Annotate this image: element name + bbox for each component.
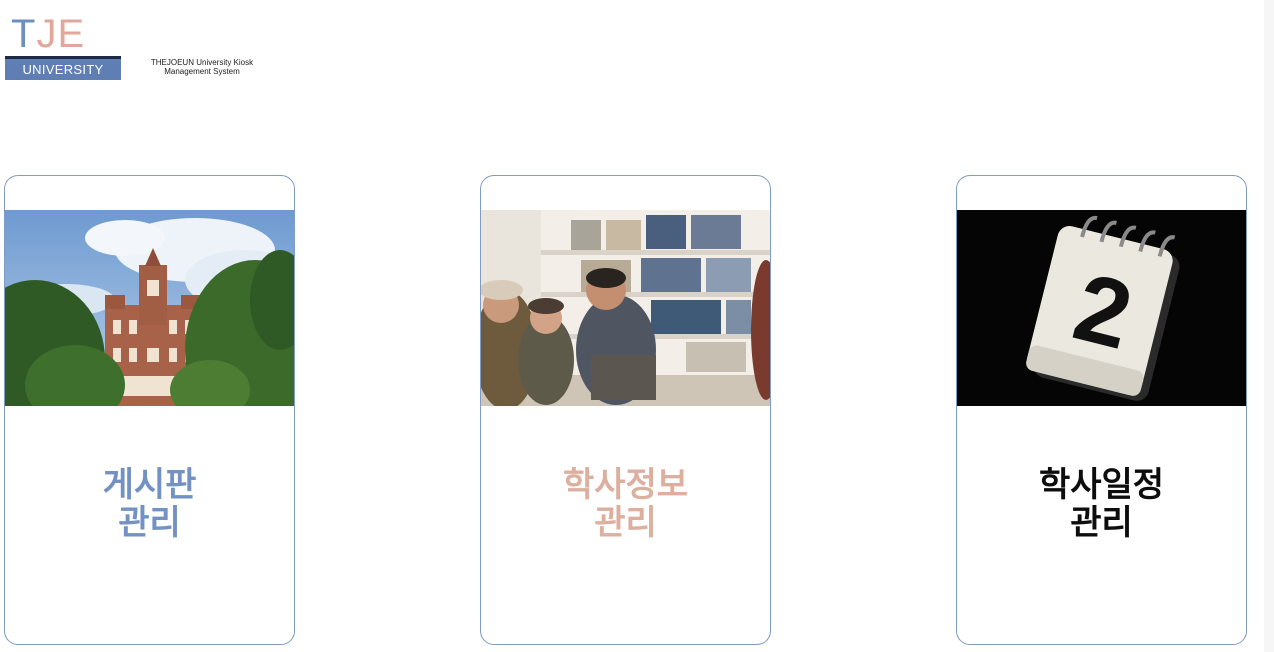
logo-letters: TJE (11, 14, 85, 54)
card-label-line1: 학사일정 (1038, 465, 1165, 505)
academic-info-management-card[interactable]: 학사정보 관리 (480, 175, 771, 645)
tje-university-logo[interactable]: TJE UNIVERSITY THEJOEUN University Kiosk… (5, 14, 275, 84)
board-management-card[interactable]: 게시판 관리 (4, 175, 295, 645)
logo-letter-e: E (57, 12, 86, 56)
logo-subtitle-line2: Management System (164, 67, 240, 76)
academic-schedule-management-card[interactable]: 2 학사일정 관리 (956, 175, 1247, 645)
logo-letter-j: J (36, 12, 58, 56)
logo-letter-t: T (11, 12, 37, 56)
board-management-label: 게시판 관리 (5, 466, 294, 542)
calendar-image: 2 (957, 210, 1246, 406)
card-label-line1: 학사정보 (562, 465, 689, 505)
logo-university-bar: UNIVERSITY (5, 56, 121, 80)
university-building-image (5, 210, 294, 406)
scrollbar-track[interactable] (1264, 0, 1274, 652)
logo-subtitle-line1: THEJOEUN University Kiosk (150, 58, 254, 67)
academic-schedule-management-label: 학사일정 관리 (957, 466, 1246, 542)
card-label-line1: 게시판 (102, 465, 197, 505)
page: TJE UNIVERSITY THEJOEUN University Kiosk… (0, 0, 1274, 652)
card-label-line2: 관리 (594, 503, 657, 543)
card-label-line2: 관리 (118, 503, 181, 543)
students-library-image (481, 210, 770, 406)
logo-subtitle: THEJOEUN University Kiosk Management Sys… (129, 58, 275, 76)
card-label-line2: 관리 (1070, 503, 1133, 543)
academic-info-management-label: 학사정보 관리 (481, 466, 770, 542)
